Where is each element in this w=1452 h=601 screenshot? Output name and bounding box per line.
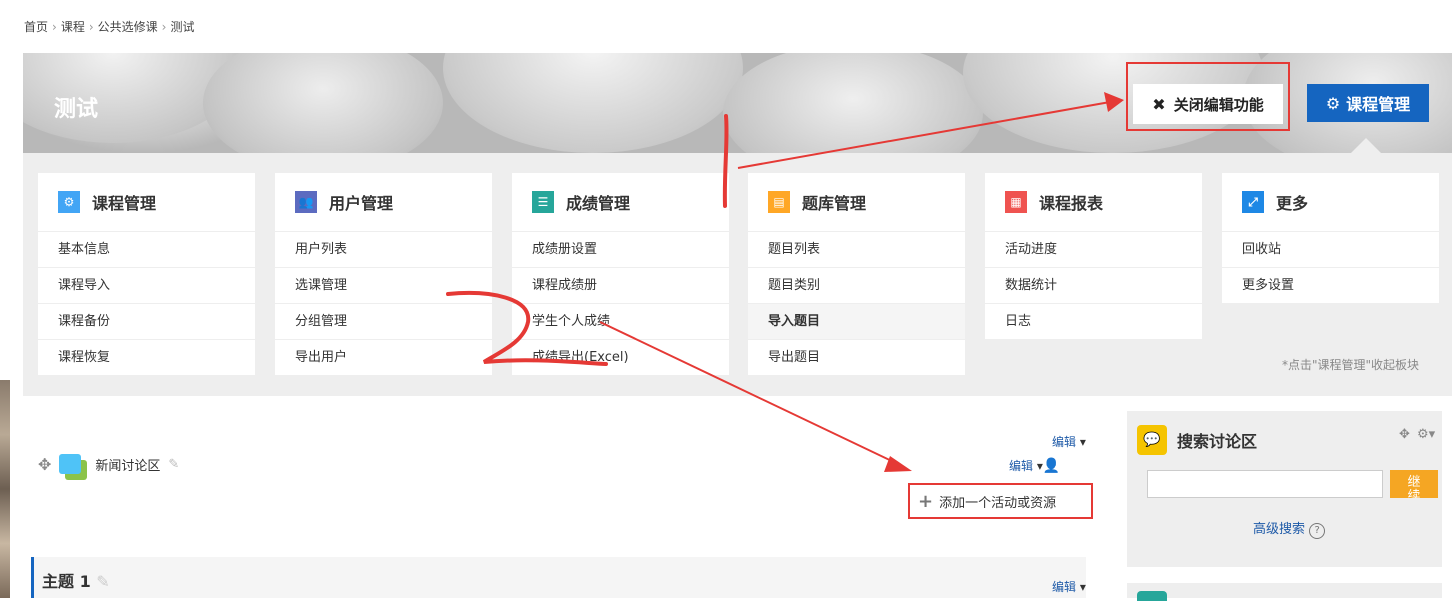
- breadcrumb-separator-icon: ›: [161, 20, 167, 34]
- search-continue-button[interactable]: 继续: [1390, 470, 1438, 498]
- menu-item-gradebook-setup[interactable]: 成绩册设置: [512, 232, 729, 268]
- menu-item-user-list[interactable]: 用户列表: [275, 232, 492, 268]
- help-icon[interactable]: ?: [1309, 523, 1326, 539]
- move-icon[interactable]: ✥: [38, 455, 51, 474]
- menu-item-basic-info[interactable]: 基本信息: [38, 232, 255, 268]
- plus-icon: +: [918, 490, 934, 512]
- card-title: 课程报表: [1039, 194, 1104, 213]
- edit-title-pencil-icon[interactable]: ✎: [168, 457, 179, 472]
- card-more: ⤢ 更多 回收站 更多设置: [1222, 173, 1439, 304]
- menu-item-activity-progress[interactable]: 活动进度: [985, 232, 1202, 268]
- news-forum-row: ✥ 新闻讨论区 ✎: [38, 454, 179, 474]
- menu-item-grades-export[interactable]: 成绩导出(Excel): [512, 340, 729, 376]
- block-header: 💬 搜索讨论区: [1137, 425, 1257, 455]
- background-photo-edge: [0, 380, 10, 598]
- advanced-search[interactable]: 高级搜索 ?: [1253, 518, 1326, 539]
- block-icon: [1137, 591, 1167, 601]
- card-title: 题库管理: [802, 194, 867, 213]
- section-edit-menu[interactable]: 编辑 ▾: [1052, 433, 1086, 450]
- course-title: 测试: [54, 97, 99, 122]
- topic-title: 主题 1 ✎: [42, 572, 110, 591]
- add-activity-button[interactable]: + 添加一个活动或资源: [908, 483, 1093, 519]
- card-user-admin: 👥 用户管理 用户列表 选课管理 分组管理 导出用户: [275, 173, 492, 376]
- gears-icon: ⚙: [1325, 93, 1341, 113]
- panel-pointer: [1350, 138, 1382, 154]
- caret-down-icon: ▾: [1079, 435, 1086, 449]
- annotation-arrowhead-2: [884, 456, 912, 472]
- card-title: 课程管理: [92, 194, 157, 213]
- edit-label: 编辑: [1052, 435, 1077, 449]
- question-bank-icon: ▤: [768, 191, 790, 213]
- news-forum-link[interactable]: 新闻讨论区: [95, 455, 160, 474]
- table-icon: ▦: [1005, 191, 1027, 213]
- menu-item-course-restore[interactable]: 课程恢复: [38, 340, 255, 376]
- add-activity-label: 添加一个活动或资源: [939, 495, 1057, 511]
- menu-item-question-list[interactable]: 题目列表: [748, 232, 965, 268]
- chat-bubble-icon: 💬: [1137, 425, 1167, 455]
- breadcrumb-courses[interactable]: 课程: [61, 20, 85, 34]
- breadcrumb-current: 测试: [170, 20, 195, 34]
- block-gear-icon[interactable]: ⚙▾: [1417, 427, 1435, 442]
- breadcrumb-category[interactable]: 公共选修课: [98, 20, 158, 34]
- menu-item-logs[interactable]: 日志: [985, 304, 1202, 340]
- menu-item-groups[interactable]: 分组管理: [275, 304, 492, 340]
- card-header[interactable]: ⤢ 更多: [1222, 173, 1439, 232]
- menu-item-course-gradebook[interactable]: 课程成绩册: [512, 268, 729, 304]
- breadcrumb-home[interactable]: 首页: [24, 20, 48, 34]
- annotation-box-close-edit: [1126, 62, 1290, 131]
- card-course-reports: ▦ 课程报表 活动进度 数据统计 日志: [985, 173, 1202, 340]
- collapse-note: *点击"课程管理"收起板块: [1282, 358, 1420, 372]
- forum-icon: [59, 454, 82, 474]
- card-title: 更多: [1276, 194, 1309, 213]
- menu-item-export-users[interactable]: 导出用户: [275, 340, 492, 376]
- card-header[interactable]: ☰ 成绩管理: [512, 173, 729, 232]
- card-header[interactable]: ▦ 课程报表: [985, 173, 1202, 232]
- search-forum-input[interactable]: [1147, 470, 1383, 498]
- card-title: 成绩管理: [566, 194, 631, 213]
- card-header[interactable]: ▤ 题库管理: [748, 173, 965, 232]
- users-icon: 👥: [295, 191, 317, 213]
- menu-item-student-grades[interactable]: 学生个人成绩: [512, 304, 729, 340]
- block-move-icon[interactable]: ✥: [1399, 427, 1410, 442]
- edit-label: 编辑: [1052, 580, 1077, 594]
- card-grades-admin: ☰ 成绩管理 成绩册设置 课程成绩册 学生个人成绩 成绩导出(Excel): [512, 173, 729, 376]
- card-question-bank: ▤ 题库管理 题目列表 题目类别 导入题目 导出题目: [748, 173, 965, 376]
- caret-down-icon: ▾: [1079, 580, 1086, 594]
- edit-title-pencil-icon[interactable]: ✎: [96, 572, 109, 591]
- menu-item-statistics[interactable]: 数据统计: [985, 268, 1202, 304]
- gear-icon: ⚙: [58, 191, 80, 213]
- expand-icon: ⤢: [1242, 191, 1264, 213]
- topic-section: 主题 1 ✎: [31, 557, 1086, 598]
- user-role-icon[interactable]: 👤: [1043, 458, 1060, 474]
- next-sidebar-block: [1127, 583, 1442, 601]
- breadcrumb-separator-icon: ›: [88, 20, 94, 34]
- menu-item-enrolment[interactable]: 选课管理: [275, 268, 492, 304]
- card-course-admin: ⚙ 课程管理 基本信息 课程导入 课程备份 课程恢复: [38, 173, 255, 376]
- menu-item-more-settings[interactable]: 更多设置: [1222, 268, 1439, 304]
- menu-item-import-questions[interactable]: 导入题目: [748, 304, 965, 340]
- course-admin-label: 课程管理: [1346, 95, 1411, 114]
- card-header[interactable]: 👥 用户管理: [275, 173, 492, 232]
- menu-item-question-categories[interactable]: 题目类别: [748, 268, 965, 304]
- course-admin-button[interactable]: ⚙ 课程管理: [1307, 84, 1429, 122]
- breadcrumb: 首页 › 课程 › 公共选修课 › 测试: [24, 18, 195, 35]
- menu-item-course-import[interactable]: 课程导入: [38, 268, 255, 304]
- card-title: 用户管理: [329, 194, 394, 213]
- breadcrumb-separator-icon: ›: [52, 20, 57, 34]
- search-forum-block: 💬 搜索讨论区 ✥ ⚙▾ 继续 高级搜索 ?: [1127, 411, 1442, 567]
- topic-edit-menu[interactable]: 编辑 ▾: [1052, 578, 1086, 595]
- menu-item-course-backup[interactable]: 课程备份: [38, 304, 255, 340]
- card-header[interactable]: ⚙ 课程管理: [38, 173, 255, 232]
- edit-label: 编辑: [1009, 459, 1034, 473]
- list-icon: ☰: [532, 191, 554, 213]
- menu-item-recycle-bin[interactable]: 回收站: [1222, 232, 1439, 268]
- forum-edit-menu[interactable]: 编辑 ▾👤: [1009, 457, 1060, 474]
- block-title: 搜索讨论区: [1177, 432, 1258, 451]
- menu-item-export-questions[interactable]: 导出题目: [748, 340, 965, 376]
